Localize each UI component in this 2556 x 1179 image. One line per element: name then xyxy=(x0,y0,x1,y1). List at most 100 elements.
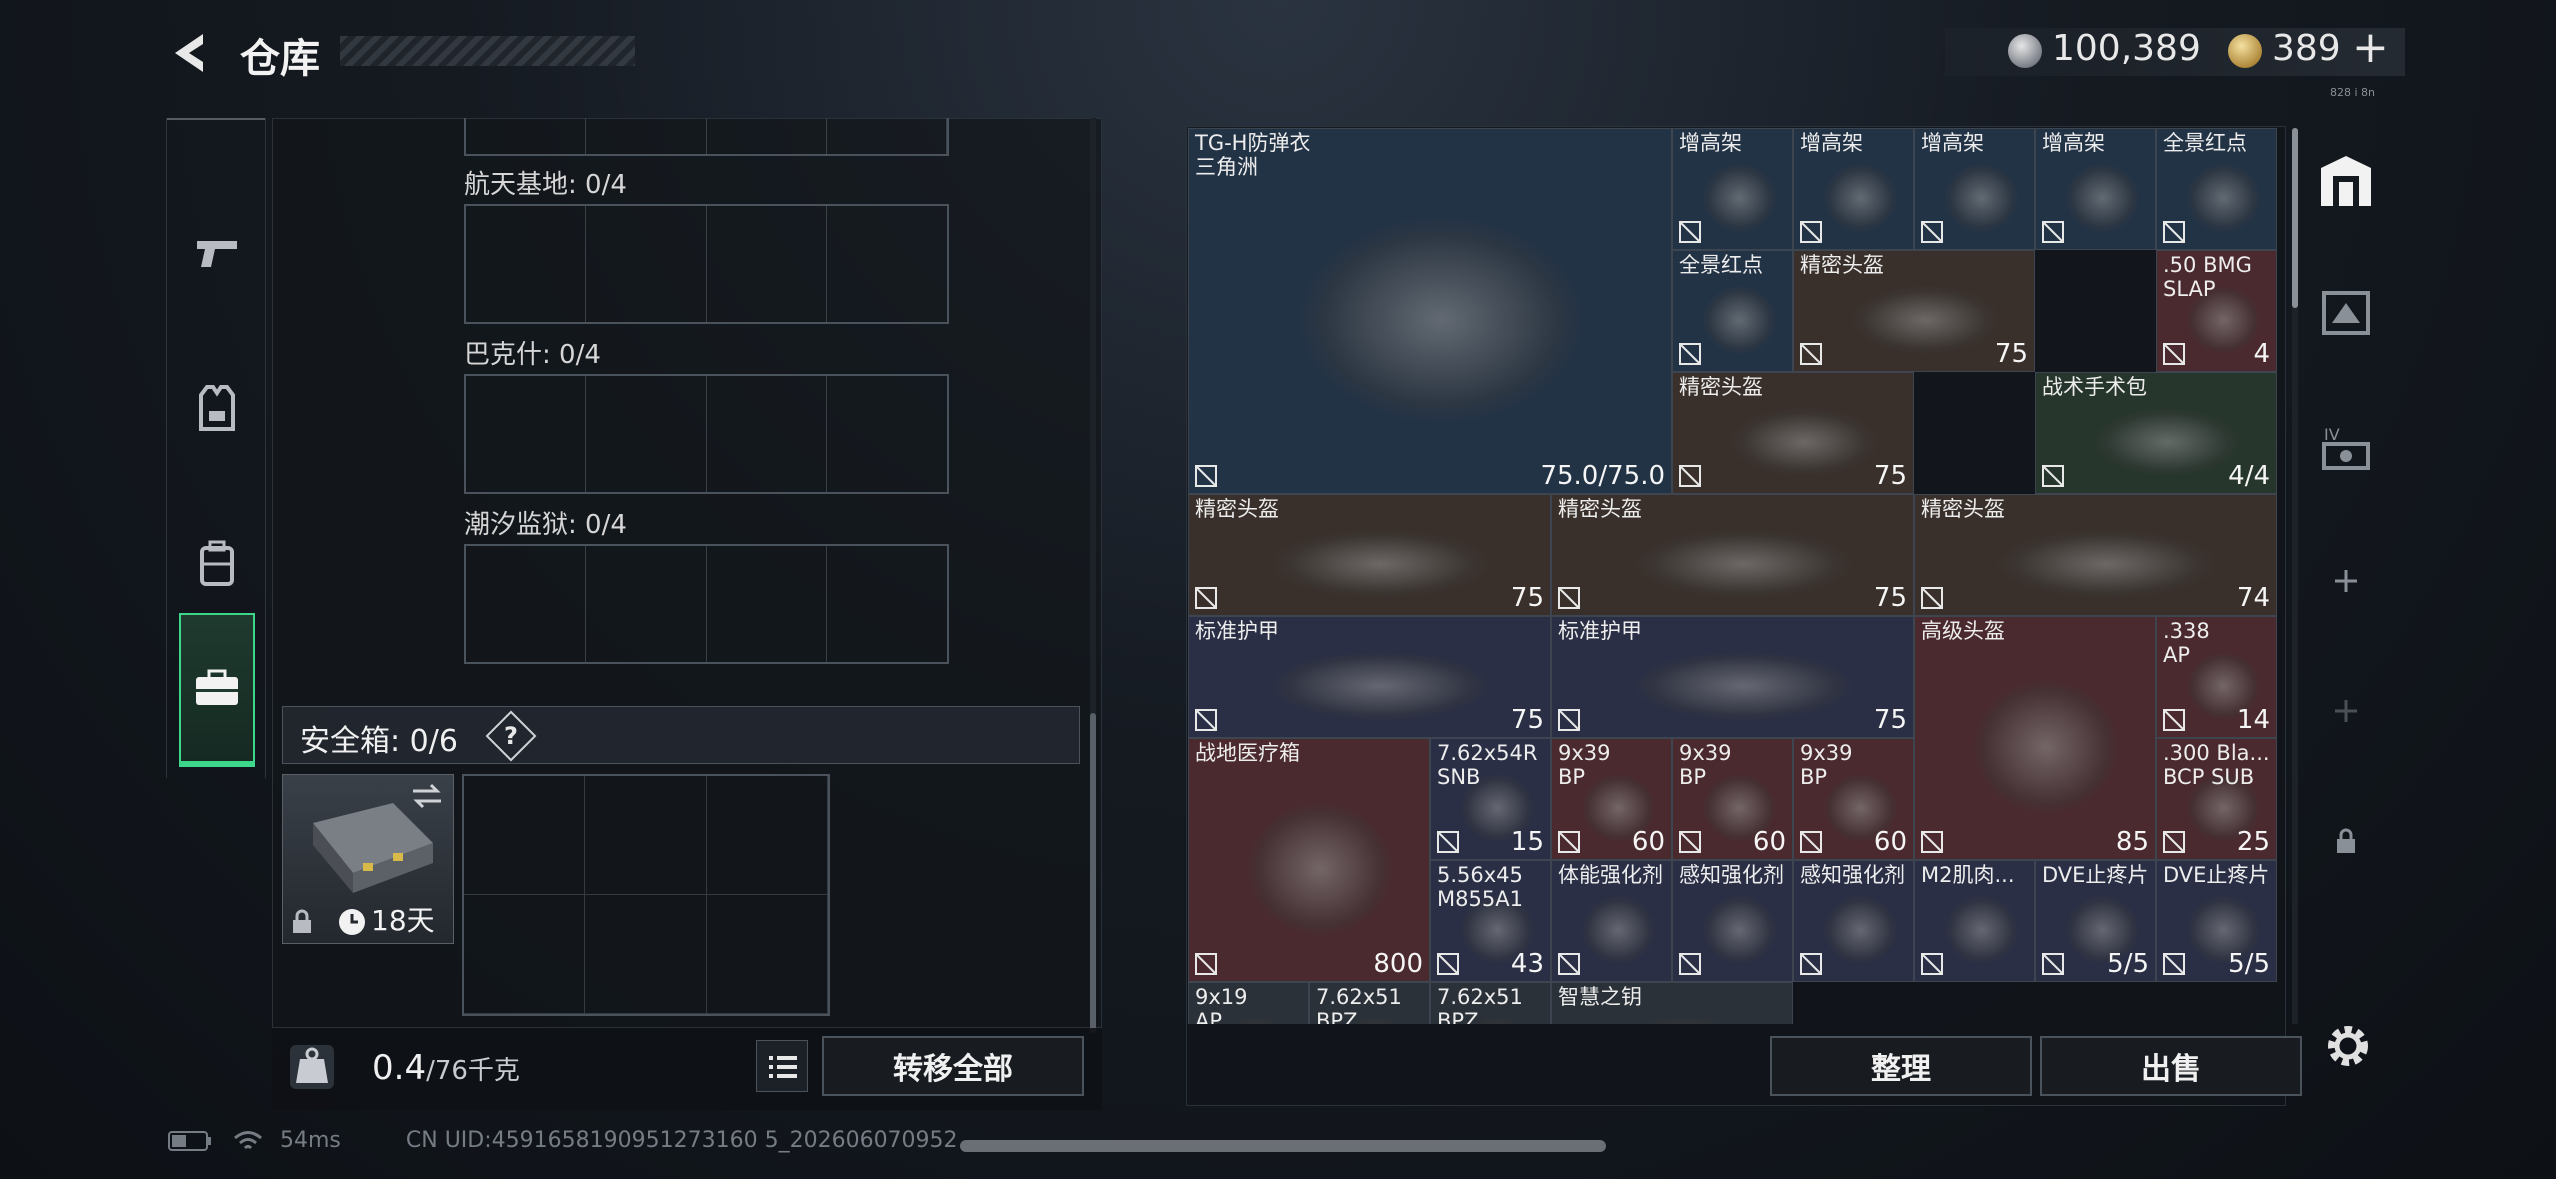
item-value: 5/5 xyxy=(2228,949,2270,979)
item-value: 75 xyxy=(1510,583,1544,613)
inventory-scrollbar[interactable] xyxy=(2292,128,2298,1024)
back-arrow-icon[interactable] xyxy=(165,28,215,78)
inventory-item[interactable]: 增高架 xyxy=(1914,128,2035,250)
item-name: 精密头盔 xyxy=(1195,497,1279,521)
item-value: 60 xyxy=(1752,827,1786,857)
add-currency-button[interactable]: + xyxy=(2352,22,2389,73)
inventory-item[interactable]: 全景红点 xyxy=(2156,128,2277,250)
add-storage-button[interactable] xyxy=(2310,526,2382,636)
inventory-item[interactable]: 标准护甲 75 xyxy=(1188,616,1551,738)
inventory-item[interactable]: 体能强化剂 xyxy=(1551,860,1672,982)
inventory-item[interactable]: 精密头盔 75 xyxy=(1793,250,2035,372)
item-name: M2肌肉... xyxy=(1921,863,2015,887)
item-name: 7.62x54R SNB xyxy=(1437,741,1538,789)
inventory-item[interactable]: M2肌肉... xyxy=(1914,860,2035,982)
gold-coin-icon xyxy=(2228,34,2262,68)
inventory-item[interactable]: .300 Bla... BCP SUB 25 xyxy=(2156,738,2277,860)
unbound-icon xyxy=(1557,830,1581,854)
item-image xyxy=(2094,408,2240,476)
item-name: 9x39 BP xyxy=(1558,741,1611,789)
item-name: 精密头盔 xyxy=(1921,497,2005,521)
tab-storage-4[interactable]: IV xyxy=(2310,391,2382,501)
item-name: 全景红点 xyxy=(2163,131,2247,155)
inventory-item[interactable]: 增高架 xyxy=(1672,128,1793,250)
silver-coin-icon xyxy=(2008,34,2042,68)
status-bar: 54ms CN UID:4591658190951273160 5_202606… xyxy=(168,1128,958,1153)
inventory-item[interactable]: 9x39 BP 60 xyxy=(1672,738,1793,860)
inventory-item[interactable]: 精密头盔 74 xyxy=(1914,494,2277,616)
storage-icon xyxy=(2321,156,2371,206)
inventory-item[interactable]: DVE止疼片 5/5 xyxy=(2035,860,2156,982)
unbound-icon xyxy=(1920,586,1944,610)
list-view-button[interactable] xyxy=(756,1040,808,1092)
storage-iv-icon: IV xyxy=(2322,425,2370,470)
tab-all-storage[interactable] xyxy=(2310,126,2382,236)
tab-weapon[interactable] xyxy=(179,178,255,328)
inventory-item[interactable]: .338 AP 14 xyxy=(2156,616,2277,738)
inventory-item[interactable]: 全景红点 xyxy=(1672,250,1793,372)
inventory-item[interactable]: TG-H防弹衣 三角洲 75.0/75.0 xyxy=(1188,128,1672,494)
item-image xyxy=(1634,530,1853,598)
item-name: 9x39 BP xyxy=(1679,741,1732,789)
unbound-icon xyxy=(1799,952,1823,976)
item-value: 14 xyxy=(2236,705,2270,735)
sort-button[interactable]: 整理 xyxy=(1770,1036,2032,1096)
item-image xyxy=(1271,530,1490,598)
item-name: 精密头盔 xyxy=(1558,497,1642,521)
inventory-item[interactable]: 9x39 BP 60 xyxy=(1793,738,1914,860)
unbound-icon xyxy=(1799,830,1823,854)
inventory-item[interactable]: 7.62x51 BPZ xyxy=(1430,982,1551,1024)
stash-scrollbar[interactable] xyxy=(1090,118,1096,1033)
inventory-item[interactable]: 增高架 xyxy=(1793,128,1914,250)
tab-storage-2[interactable] xyxy=(2310,256,2382,366)
inventory-item[interactable]: 智慧之钥 xyxy=(1551,982,1793,1024)
inventory-item[interactable]: 7.62x51 BPZ xyxy=(1309,982,1430,1024)
inventory-item[interactable]: 精密头盔 75 xyxy=(1551,494,1914,616)
inventory-item[interactable]: 9x19 AP xyxy=(1188,982,1309,1024)
safe-box-grid[interactable] xyxy=(462,774,830,1016)
item-name: DVE止疼片 xyxy=(2042,863,2149,887)
top-bar: 仓库 100,389 389 + 828 i 8n xyxy=(0,0,2556,110)
item-value: 75 xyxy=(1510,705,1544,735)
inventory-item[interactable]: .50 BMG SLAP 4 xyxy=(2156,250,2277,372)
slot-label-tide-prison: 潮汐监狱: 0/4 xyxy=(464,510,627,540)
add-storage-button-2[interactable] xyxy=(2310,656,2382,766)
home-indicator[interactable] xyxy=(960,1140,1606,1152)
inventory-item[interactable]: 感知强化剂 xyxy=(1793,860,1914,982)
inventory-item[interactable]: 增高架 xyxy=(2035,128,2156,250)
inventory-grid: TG-H防弹衣 三角洲 75.0/75.0 增高架 增高架 增高架 增高架 全景红点 全景红点… xyxy=(1188,128,2284,1024)
item-name: 战地医疗箱 xyxy=(1195,741,1300,765)
safe-box-item[interactable]: 18天 xyxy=(282,774,454,944)
tab-vest[interactable] xyxy=(179,333,255,483)
briefcase-icon xyxy=(196,669,238,705)
transfer-all-button[interactable]: 转移全部 xyxy=(822,1036,1084,1096)
inventory-item[interactable]: 战地医疗箱 800 xyxy=(1188,738,1430,982)
inventory-item[interactable]: 精密头盔 75 xyxy=(1672,372,1914,494)
locked-storage-tab[interactable] xyxy=(2310,786,2382,896)
settings-gear-icon[interactable] xyxy=(2320,1018,2376,1074)
item-image xyxy=(1703,164,1776,232)
item-name: 增高架 xyxy=(1800,131,1863,155)
tab-safe-box[interactable] xyxy=(179,613,255,767)
inventory-item[interactable]: 9x39 BP 60 xyxy=(1551,738,1672,860)
inventory-item[interactable]: 精密头盔 75 xyxy=(1188,494,1551,616)
item-name: 精密头盔 xyxy=(1800,253,1884,277)
slot-grid-tide-prison[interactable] xyxy=(464,544,949,664)
unbound-icon xyxy=(2162,952,2186,976)
slot-grid-space-base[interactable] xyxy=(464,204,949,324)
item-image xyxy=(1247,801,1393,937)
inventory-item[interactable]: 战术手术包 4/4 xyxy=(2035,372,2277,494)
weight-value: 0.4/76千克 xyxy=(372,1048,520,1088)
inventory-item[interactable]: 7.62x54R SNB 15 xyxy=(1430,738,1551,860)
slot-grid-bakhsh[interactable] xyxy=(464,374,949,494)
sell-button[interactable]: 出售 xyxy=(2040,1036,2302,1096)
inventory-item[interactable]: 高级头盔 85 xyxy=(1914,616,2156,860)
unbound-icon xyxy=(2162,220,2186,244)
inventory-item[interactable]: 标准护甲 75 xyxy=(1551,616,1914,738)
weight-kg-icon xyxy=(290,1045,334,1089)
inventory-item[interactable]: 感知强化剂 xyxy=(1672,860,1793,982)
inventory-item[interactable]: 5.56x45 M855A1 43 xyxy=(1430,860,1551,982)
inventory-item[interactable]: DVE止疼片 5/5 xyxy=(2156,860,2277,982)
item-value: 43 xyxy=(1510,949,1544,979)
item-name: 7.62x51 BPZ xyxy=(1437,985,1523,1024)
